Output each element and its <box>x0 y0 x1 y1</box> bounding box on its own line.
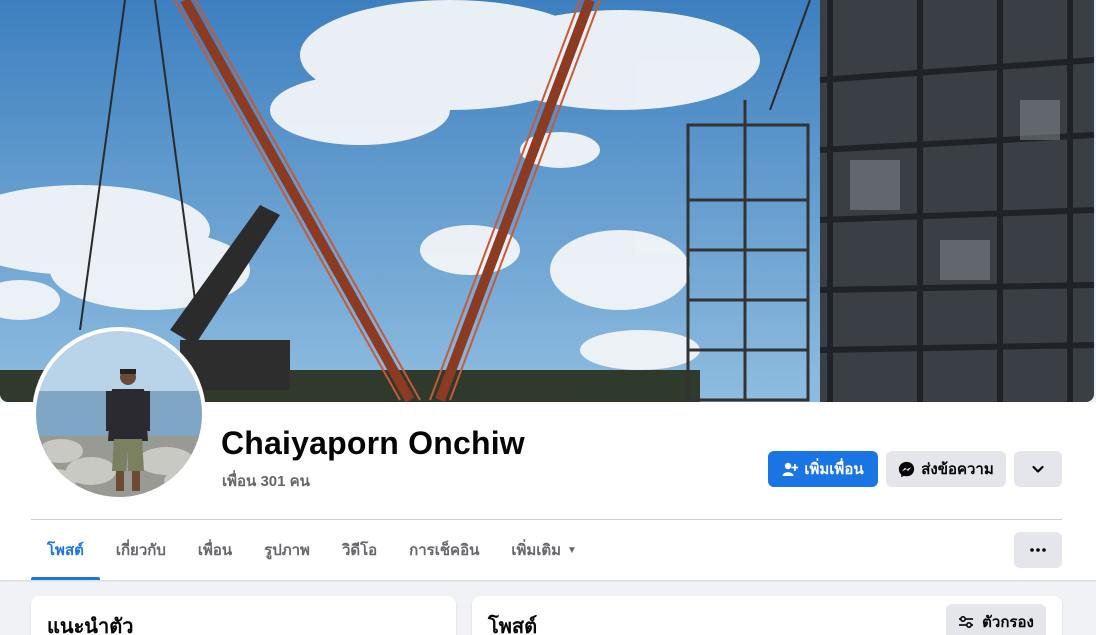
add-friend-icon <box>782 462 799 476</box>
more-options-button[interactable] <box>1014 532 1062 568</box>
tab-photos[interactable]: รูปภาพ <box>248 520 326 580</box>
tab-label: วิดีโอ <box>341 542 378 559</box>
friend-count[interactable]: เพื่อน 301 คน <box>222 469 310 493</box>
tab-label: เกี่ยวกับ <box>115 542 166 559</box>
tab-label: เพิ่มเติม <box>511 542 562 559</box>
tab-about[interactable]: เกี่ยวกับ <box>100 520 182 580</box>
profile-avatar[interactable] <box>32 327 206 501</box>
intro-title: แนะนำตัว <box>47 616 134 635</box>
profile-name: Chaiyaporn Onchiw <box>221 425 525 461</box>
add-friend-label: เพิ่มเพื่อน <box>804 461 864 478</box>
filter-label: ตัวกรอง <box>982 614 1034 631</box>
tab-more[interactable]: เพิ่มเติม ▼ <box>495 520 593 580</box>
filter-button[interactable]: ตัวกรอง <box>946 604 1046 635</box>
tab-label: เพื่อน <box>197 542 233 559</box>
profile-options-button[interactable] <box>1014 451 1062 487</box>
message-button[interactable]: ส่งข้อความ <box>886 451 1006 487</box>
chevron-down-icon <box>1032 465 1044 473</box>
posts-card: โพสต์ ตัวกรอง <box>472 596 1062 635</box>
message-label: ส่งข้อความ <box>921 461 994 478</box>
tab-checkins[interactable]: การเช็คอิน <box>393 520 495 580</box>
posts-title: โพสต์ <box>488 616 538 635</box>
intro-card: แนะนำตัว <box>31 596 456 635</box>
tab-videos[interactable]: วิดีโอ <box>326 520 393 580</box>
profile-tabs: โพสต์ เกี่ยวกับ เพื่อน รูปภาพ วิดีโอ การ… <box>31 520 593 580</box>
tab-label: โพสต์ <box>47 542 84 559</box>
filter-icon <box>959 615 974 629</box>
tab-posts[interactable]: โพสต์ <box>31 520 100 580</box>
more-horizontal-icon <box>1030 548 1046 552</box>
tab-friends[interactable]: เพื่อน <box>182 520 248 580</box>
caret-down-icon: ▼ <box>567 544 577 556</box>
messenger-icon <box>899 461 915 477</box>
tab-label: รูปภาพ <box>264 542 310 559</box>
add-friend-button[interactable]: เพิ่มเพื่อน <box>768 451 878 487</box>
tab-label: การเช็คอิน <box>409 542 480 559</box>
